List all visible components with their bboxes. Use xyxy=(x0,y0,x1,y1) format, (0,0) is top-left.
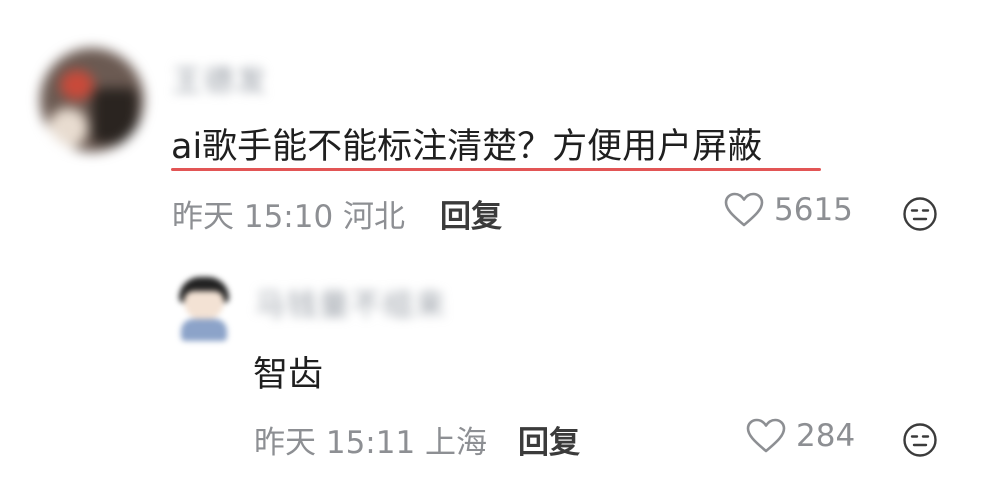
heart-outline-icon xyxy=(724,192,764,227)
reply-user-avatar[interactable] xyxy=(175,275,233,341)
reply-meta: 昨天 15:11 上海 xyxy=(254,425,488,461)
highlight-underline xyxy=(171,168,821,171)
user-avatar[interactable] xyxy=(40,48,144,152)
neutral-face-icon[interactable] xyxy=(902,196,938,232)
like-button[interactable]: 5615 xyxy=(724,192,853,228)
reply-button[interactable]: 回复 xyxy=(440,191,502,236)
reply-text: 智齿 xyxy=(253,355,324,395)
reply-reply-button[interactable]: 回复 xyxy=(518,417,580,462)
heart-outline-icon xyxy=(746,418,786,453)
reply-author-name[interactable]: 马钱量不组来 xyxy=(255,280,447,324)
comment-text: ai歌手能不能标注清楚？方便用户屏蔽 xyxy=(171,127,763,167)
reply-like-button[interactable]: 284 xyxy=(746,418,855,454)
comment-meta: 昨天 15:10 河北 xyxy=(172,199,406,235)
author-name[interactable]: 王德发 xyxy=(172,56,268,100)
reply-like-count: 284 xyxy=(796,418,856,454)
like-count: 5615 xyxy=(774,192,853,228)
neutral-face-icon[interactable] xyxy=(902,422,938,458)
